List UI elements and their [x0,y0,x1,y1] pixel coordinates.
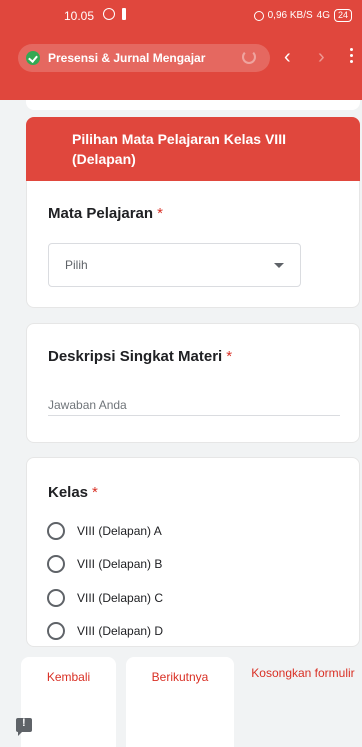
radio-circle[interactable] [47,555,65,573]
class-option-c[interactable]: VIII (Delapan) C [47,589,163,607]
class-option-d[interactable]: VIII (Delapan) D [47,622,163,640]
previous-card-stub [26,100,360,110]
more-menu-icon[interactable] [350,48,354,66]
reload-icon[interactable] [242,50,256,64]
description-input[interactable] [48,394,340,416]
subject-question-label: Mata Pelajaran [48,205,154,222]
status-bar: 10.05 0,96 KB/S 4G 24 [0,0,362,36]
required-mark: * [92,484,98,501]
radio-circle[interactable] [47,522,65,540]
url-bar[interactable]: Presensi & Jurnal Mengajar [18,44,270,72]
class-question-title: Kelas * [48,484,98,501]
alarm-icon [253,10,264,21]
description-question-label: Deskripsi Singkat Materi [48,348,223,365]
whatsapp-icon [103,8,115,20]
signal-type: 4G [316,10,330,21]
required-mark: * [157,205,163,222]
clear-form-button[interactable]: Kosongkan formulir [250,657,356,747]
class-question-label: Kelas [48,484,89,501]
feedback-icon[interactable] [16,717,32,736]
subject-select-value: Pilih [65,258,88,272]
next-button[interactable]: Berikutnya [126,657,234,747]
notification-icon [122,8,126,20]
network-speed: 0,96 KB/S [267,10,313,21]
radio-circle[interactable] [47,589,65,607]
status-time: 10.05 [64,9,95,23]
page-title: Presensi & Jurnal Mengajar [48,51,206,65]
class-option-label: VIII (Delapan) A [77,524,162,538]
subject-select[interactable]: Pilih [48,243,301,287]
required-mark: * [226,348,233,365]
dropdown-arrow-icon [274,262,284,268]
battery-level: 24 [333,9,352,22]
class-question-card: Kelas * VIII (Delapan) A VIII (Delapan) B… [26,457,360,647]
section-header: Pilihan Mata Pelajaran Kelas VIII (Delap… [26,117,360,181]
description-question-title: Deskripsi Singkat Materi * [48,348,232,365]
radio-circle[interactable] [47,622,65,640]
section-title: Pilihan Mata Pelajaran Kelas VIII (Delap… [72,131,286,167]
subject-question-card: Mata Pelajaran * Pilih [26,181,360,308]
subject-question-title: Mata Pelajaran * [48,205,163,222]
back-button[interactable]: Kembali [21,657,116,747]
description-question-card: Deskripsi Singkat Materi * [26,323,360,443]
class-option-label: VIII (Delapan) D [77,624,164,638]
secure-check-icon [26,51,40,65]
forward-arrow-icon[interactable]: › [318,46,325,68]
class-option-label: VIII (Delapan) C [77,591,164,605]
browser-chrome: 10.05 0,96 KB/S 4G 24 Presensi & Jurnal … [0,0,362,100]
back-arrow-icon[interactable]: ‹ [284,46,291,68]
class-option-label: VIII (Delapan) B [77,557,163,571]
class-option-a[interactable]: VIII (Delapan) A [47,522,162,540]
class-option-b[interactable]: VIII (Delapan) B [47,555,162,573]
status-indicators: 0,96 KB/S 4G 24 [253,9,352,22]
